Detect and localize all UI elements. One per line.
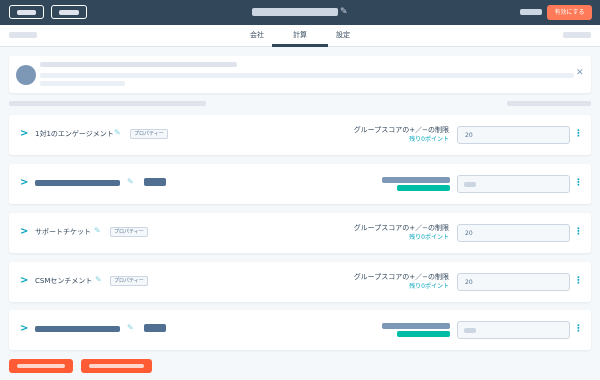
- row-label: CSMセンチメント: [35, 277, 93, 285]
- info-link-placeholder[interactable]: [40, 81, 125, 86]
- property-tag-placeholder: [144, 178, 166, 186]
- pencil-icon[interactable]: ✎: [95, 275, 102, 285]
- input-value-placeholder: [464, 328, 476, 333]
- page-title[interactable]: ✎: [252, 7, 352, 17]
- avatar: [16, 65, 36, 85]
- info-card: ✕: [9, 56, 591, 93]
- chevron-right-icon[interactable]: >: [20, 128, 28, 140]
- enable-button[interactable]: 有効にする: [547, 5, 592, 20]
- limit-remaining: 残り0ポイント: [409, 136, 449, 143]
- property-row: > ✎ ⋮: [9, 310, 591, 350]
- limit-title: グループスコアの+／−の制限: [353, 224, 449, 232]
- chevron-right-icon[interactable]: >: [20, 323, 28, 335]
- tab-company[interactable]: 会社: [243, 25, 271, 47]
- limit-title-placeholder: [382, 177, 450, 183]
- tabbar-left-placeholder: [9, 32, 37, 38]
- back-button[interactable]: [9, 5, 44, 19]
- row-label-placeholder: [35, 180, 120, 186]
- limit-title-placeholder: [382, 323, 450, 329]
- limit-remaining-placeholder: [397, 185, 450, 191]
- header-link[interactable]: [520, 9, 542, 15]
- property-row: > サポートチケット ✎ プロパティー グループスコアの+／−の制限 残り0ポイ…: [9, 213, 591, 253]
- page-title-placeholder: [252, 8, 338, 16]
- pencil-icon[interactable]: ✎: [114, 128, 121, 138]
- secondary-button-placeholder: [59, 10, 79, 15]
- section-heading-placeholder: [9, 101, 206, 106]
- back-button-placeholder: [17, 10, 36, 15]
- input-value-placeholder: [464, 182, 476, 187]
- score-limit-input[interactable]: [457, 273, 570, 291]
- limit-title: グループスコアの+／−の制限: [353, 126, 449, 134]
- property-row: > 1対1のエンゲージメント ✎ プロパティー グループスコアの+／−の制限 残…: [9, 115, 591, 155]
- add-property-button[interactable]: [9, 359, 73, 373]
- property-tag: プロパティー: [110, 276, 148, 286]
- tabbar-right-placeholder[interactable]: [563, 32, 591, 38]
- property-tag: プロパティー: [110, 227, 148, 237]
- property-tag-placeholder: [144, 324, 166, 332]
- add-property-button-placeholder: [17, 364, 65, 368]
- row-label-placeholder: [35, 326, 120, 332]
- property-row: > CSMセンチメント ✎ プロパティー グループスコアの+／−の制限 残り0ポ…: [9, 262, 591, 302]
- chevron-right-icon[interactable]: >: [20, 226, 28, 238]
- limit-remaining-placeholder: [397, 331, 450, 337]
- add-group-button-placeholder: [89, 364, 144, 368]
- property-tag: プロパティー: [130, 129, 168, 139]
- property-row: > ✎ ⋮: [9, 164, 591, 204]
- pencil-icon[interactable]: ✎: [127, 177, 134, 187]
- kebab-menu-icon[interactable]: ⋮: [574, 323, 583, 335]
- section-action-placeholder[interactable]: [507, 101, 591, 106]
- limit-remaining: 残り0ポイント: [409, 283, 449, 290]
- limit-remaining: 残り0ポイント: [409, 234, 449, 241]
- limit-title: グループスコアの+／−の制限: [353, 273, 449, 281]
- kebab-menu-icon[interactable]: ⋮: [574, 128, 583, 140]
- score-limit-input[interactable]: [457, 126, 570, 144]
- tab-settings[interactable]: 設定: [329, 25, 357, 47]
- tab-calculation[interactable]: 計算: [272, 25, 328, 47]
- kebab-menu-icon[interactable]: ⋮: [574, 275, 583, 287]
- info-text-placeholder: [40, 73, 574, 78]
- chevron-right-icon[interactable]: >: [20, 177, 28, 189]
- score-limit-input[interactable]: [457, 224, 570, 242]
- edit-title-pencil-icon[interactable]: ✎: [340, 7, 348, 17]
- tab-bar: 会社 計算 設定: [0, 25, 600, 47]
- top-bar: ✎ 有効にする: [0, 0, 600, 25]
- add-group-button[interactable]: [81, 359, 152, 373]
- chevron-right-icon[interactable]: >: [20, 275, 28, 287]
- info-heading-placeholder: [40, 62, 237, 67]
- close-icon[interactable]: ✕: [576, 68, 584, 78]
- secondary-button[interactable]: [51, 5, 87, 19]
- kebab-menu-icon[interactable]: ⋮: [574, 177, 583, 189]
- row-label: 1対1のエンゲージメント: [35, 130, 114, 138]
- pencil-icon[interactable]: ✎: [94, 226, 101, 236]
- row-label: サポートチケット: [35, 228, 91, 236]
- kebab-menu-icon[interactable]: ⋮: [574, 226, 583, 238]
- pencil-icon[interactable]: ✎: [127, 323, 134, 333]
